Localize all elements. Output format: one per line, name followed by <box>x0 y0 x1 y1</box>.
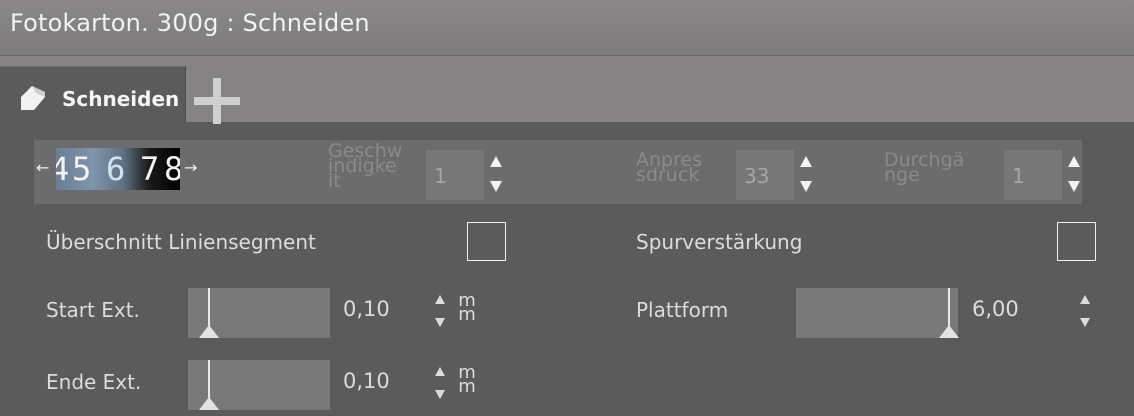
start-ext-slider[interactable] <box>188 288 330 338</box>
pressure-label: Anpres sdruck <box>636 149 703 186</box>
start-ext-label: Start Ext. <box>46 298 140 322</box>
end-ext-label: Ende Ext. <box>46 370 142 394</box>
track-enhance-label: Spurverstärkung <box>636 230 803 254</box>
arrow-up-icon[interactable] <box>435 295 445 304</box>
arrow-up-icon[interactable] <box>1068 156 1080 167</box>
arrow-up-icon[interactable] <box>435 367 445 376</box>
blade-icon <box>21 86 45 110</box>
platform-value[interactable]: 6,00 <box>972 297 1019 321</box>
start-ext-value[interactable]: 0,10 <box>343 297 390 321</box>
passes-field[interactable]: 1 <box>1004 150 1062 200</box>
speed-label: Geschw indigke it <box>328 140 403 192</box>
arrow-down-icon[interactable] <box>800 181 812 192</box>
start-ext-stepper[interactable] <box>435 292 447 330</box>
platform-stepper[interactable] <box>1080 292 1092 330</box>
slider-thumb[interactable] <box>939 325 959 338</box>
arrow-up-icon[interactable] <box>1080 295 1090 304</box>
passes-stepper[interactable] <box>1068 152 1086 196</box>
slider-thumb[interactable] <box>199 325 219 338</box>
overcut-checkbox[interactable] <box>467 222 506 261</box>
end-ext-slider[interactable] <box>188 360 330 410</box>
speed-field[interactable]: 1 <box>426 150 484 200</box>
window-title: Fotokarton. 300g : Schneiden <box>10 9 370 37</box>
dial-digit: 8 <box>164 150 180 188</box>
arrow-down-icon[interactable] <box>1080 318 1090 327</box>
plus-icon[interactable] <box>194 78 240 124</box>
dial-digit: 7 <box>140 150 160 188</box>
slider-thumb[interactable] <box>199 397 219 410</box>
title-bar: Fotokarton. 300g : Schneiden <box>0 0 1134 56</box>
start-ext-unit: m m <box>458 290 476 325</box>
slider-marker <box>948 288 950 330</box>
arrow-up-icon[interactable] <box>490 156 502 167</box>
slider-marker <box>208 288 210 330</box>
arrow-up-icon[interactable] <box>800 156 812 167</box>
end-ext-unit: m m <box>458 362 476 397</box>
dial-digit: 5 <box>72 150 92 188</box>
passes-label: Durchgä nge <box>884 149 965 186</box>
blade-depth-dial[interactable]: 4 5 6 7 8 <box>56 148 180 190</box>
slider-marker <box>208 360 210 402</box>
speed-stepper[interactable] <box>490 152 508 196</box>
dial-digit: 4 <box>56 150 70 188</box>
arrow-right-icon[interactable]: → <box>184 158 197 177</box>
pressure-stepper[interactable] <box>800 152 818 196</box>
tab-schneiden[interactable]: Schneiden <box>0 66 186 122</box>
arrow-down-icon[interactable] <box>1068 181 1080 192</box>
platform-label: Plattform <box>636 298 729 322</box>
platform-slider[interactable] <box>796 288 959 338</box>
pressure-field[interactable]: 33 <box>736 150 794 200</box>
end-ext-value[interactable]: 0,10 <box>343 369 390 393</box>
tab-label: Schneiden <box>62 87 180 111</box>
track-enhance-checkbox[interactable] <box>1057 222 1096 261</box>
arrow-down-icon[interactable] <box>435 390 445 399</box>
arrow-left-icon[interactable]: ← <box>36 158 49 177</box>
dial-digit: 6 <box>106 150 126 188</box>
arrow-down-icon[interactable] <box>435 318 445 327</box>
end-ext-stepper[interactable] <box>435 364 447 402</box>
arrow-down-icon[interactable] <box>490 181 502 192</box>
overcut-label: Überschnitt Liniensegment <box>46 230 316 254</box>
